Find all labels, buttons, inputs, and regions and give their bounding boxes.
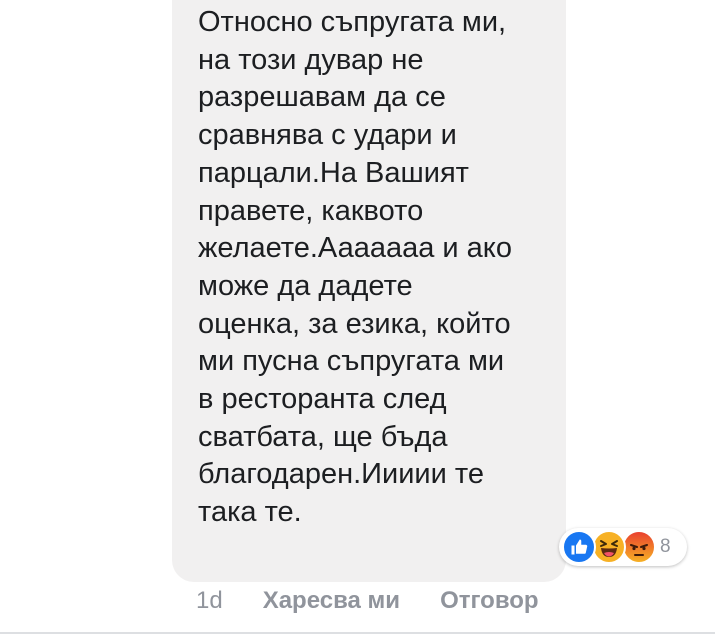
- comment-line: така те.: [198, 496, 302, 529]
- like-button[interactable]: Харесва ми: [263, 587, 400, 615]
- haha-icon: [592, 530, 626, 564]
- comment-line: сватбата, ще бъда: [198, 420, 448, 453]
- comment-thread: Относно съпругата ми, на този дувар не р…: [0, 0, 715, 640]
- comment-bubble[interactable]: Относно съпругата ми, на този дувар не р…: [172, 0, 566, 582]
- comment-actions: 1d Харесва ми Отговор: [196, 587, 539, 615]
- comment-timestamp[interactable]: 1d: [196, 587, 223, 615]
- comment-line: благодарен.Иииии те: [198, 458, 484, 491]
- comment-line: оценка, за езика, който: [198, 307, 511, 340]
- comment-line: сравнява с удари и: [198, 119, 457, 152]
- like-icon: [562, 530, 596, 564]
- comment-line: правете, каквото: [198, 194, 424, 227]
- angry-icon: [622, 530, 656, 564]
- comment-line: може да дадете: [198, 269, 413, 302]
- comment-line: в ресторанта след: [198, 383, 447, 416]
- divider: [0, 632, 715, 634]
- comment-line: парцали.На Вашият: [198, 156, 469, 189]
- reply-button[interactable]: Отговор: [440, 587, 539, 615]
- comment-line: Относно съпругата ми,: [198, 6, 507, 38]
- comment-line: на този дувар не: [198, 43, 424, 76]
- reaction-count: 8: [660, 536, 671, 557]
- comment-line: желаете.Ааааааа и ако: [198, 232, 512, 265]
- comment-text: Относно съпругата ми, на този дувар не р…: [198, 4, 558, 532]
- comment-line: ми пусна съпругата ми: [198, 345, 505, 378]
- comment-line: разрешавам да се: [198, 81, 446, 114]
- reactions-summary[interactable]: 8: [559, 528, 687, 566]
